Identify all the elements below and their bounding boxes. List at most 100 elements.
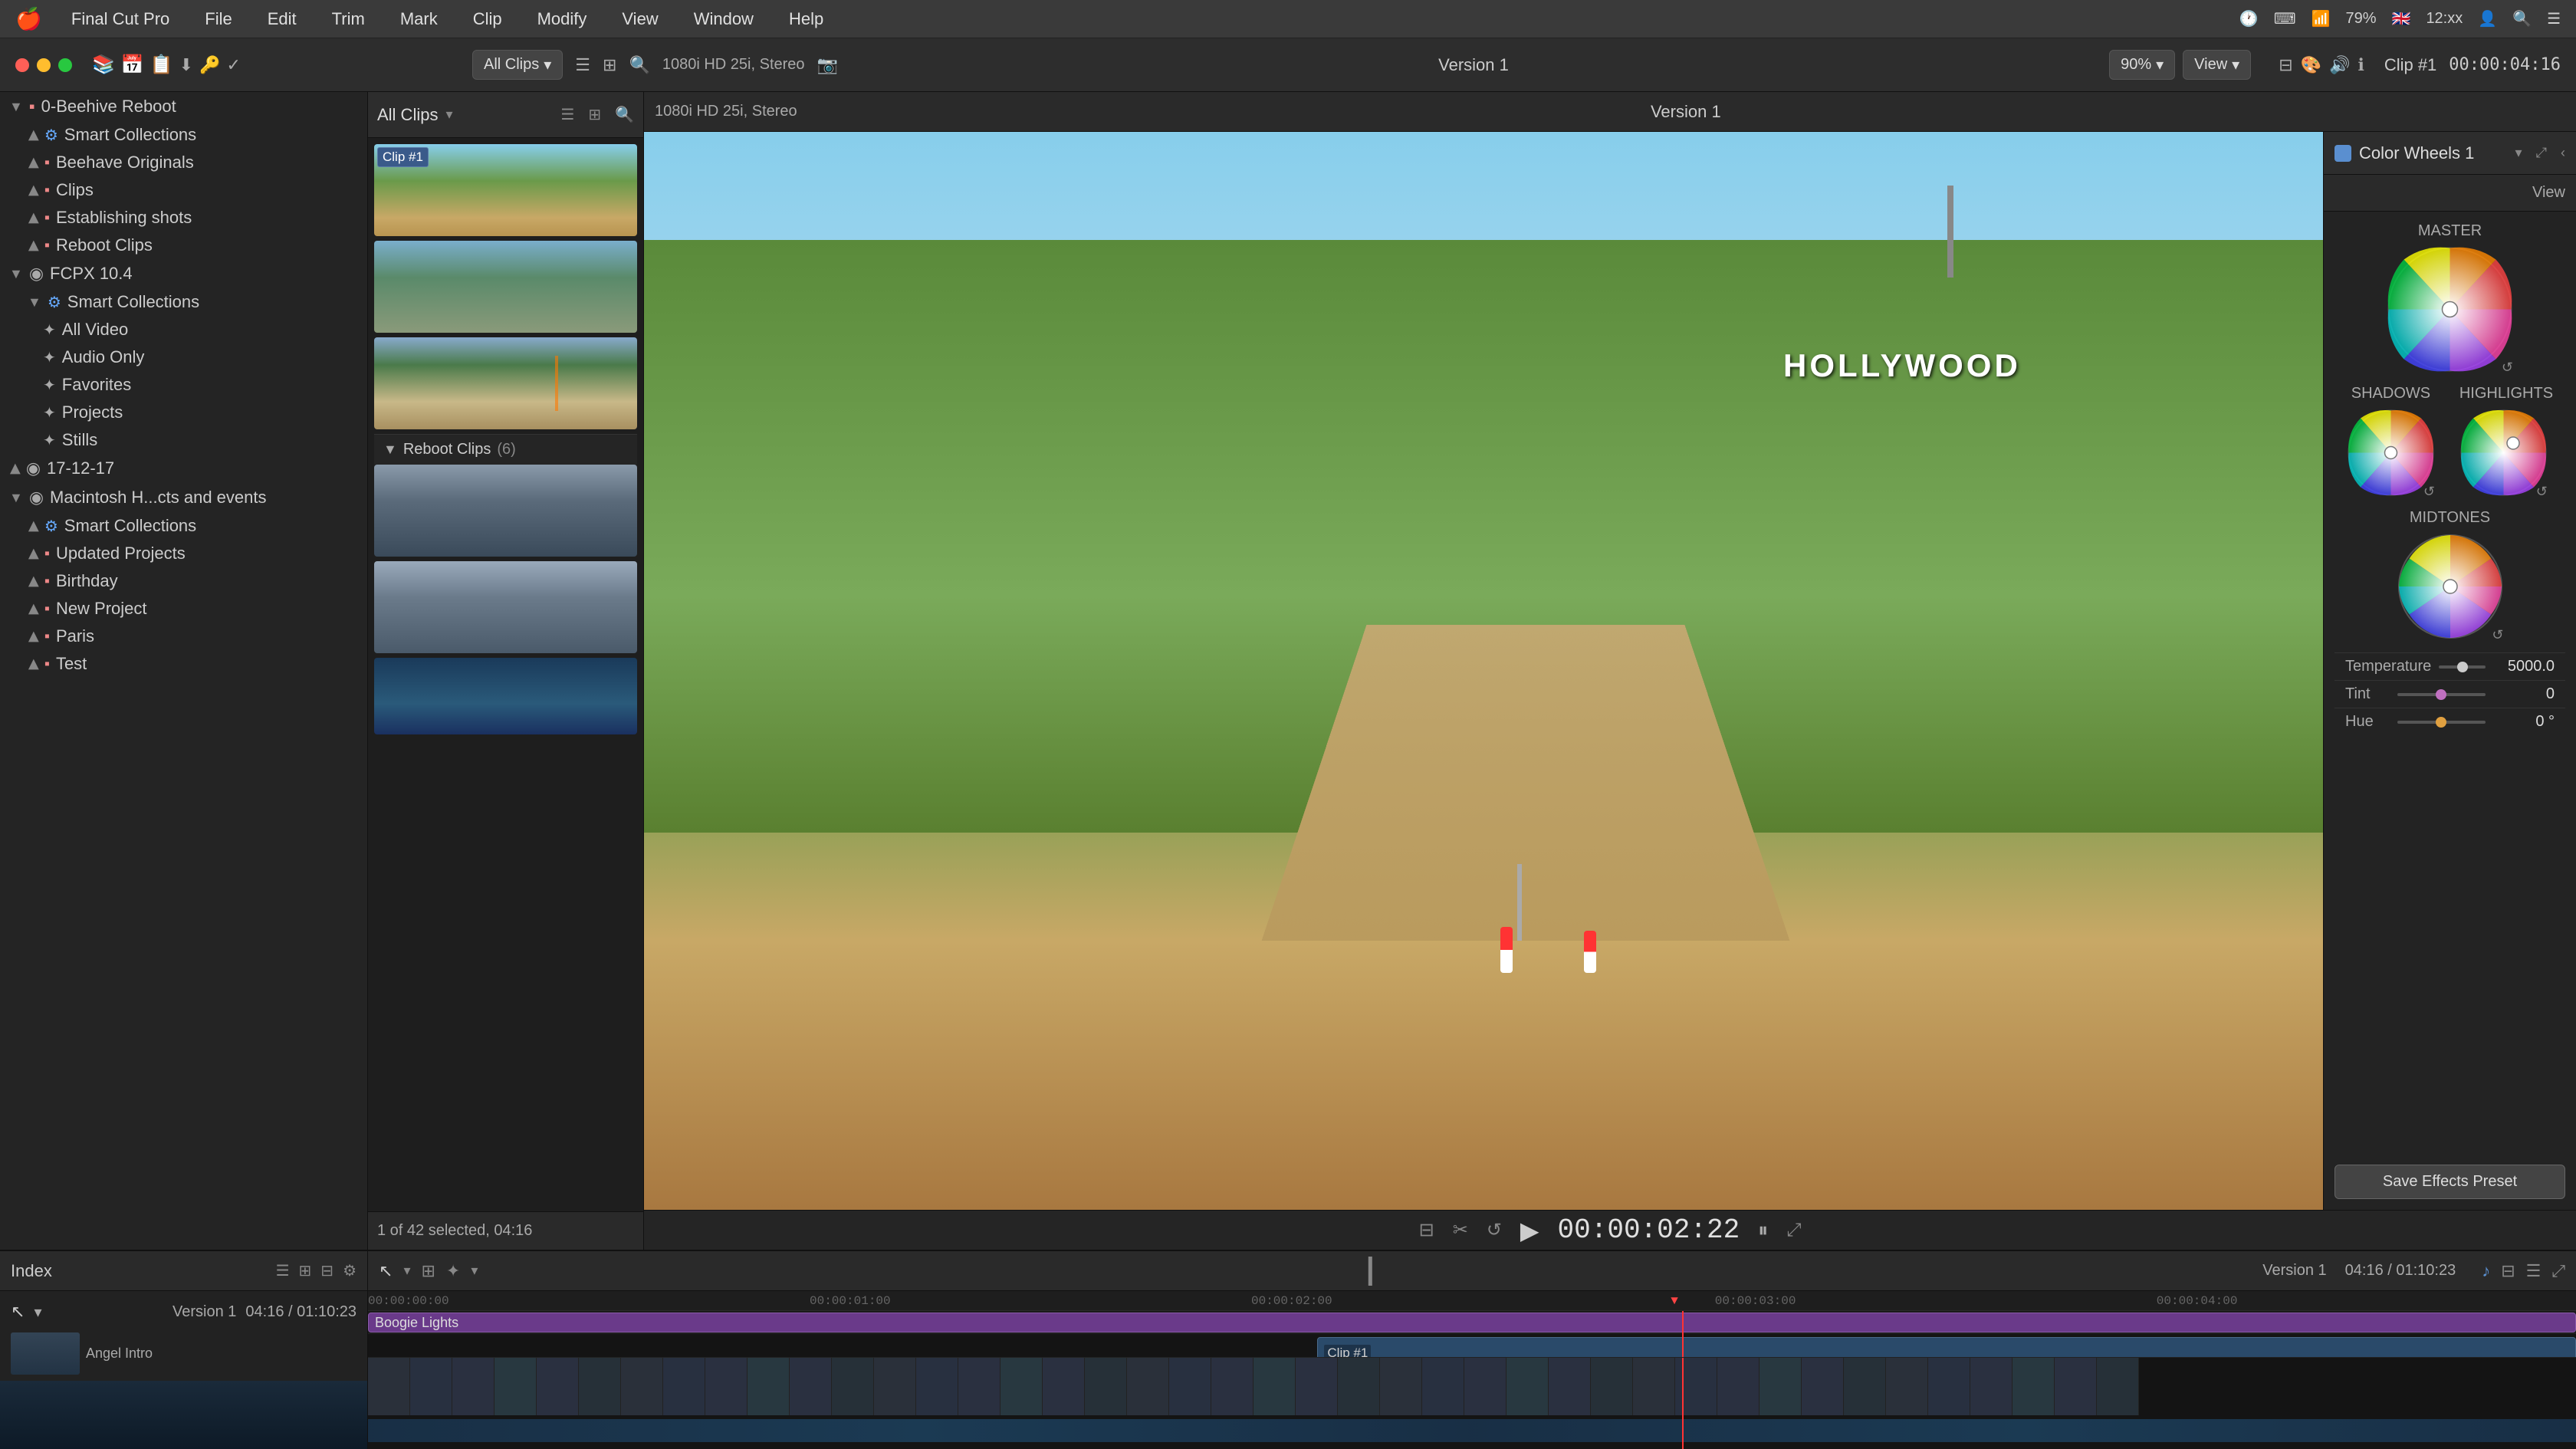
menu-fcp[interactable]: Final Cut Pro	[65, 6, 176, 32]
sidebar-item-beehive-originals[interactable]: ▶ ▪ Beehave Originals	[0, 149, 367, 176]
menu-clip[interactable]: Clip	[467, 6, 508, 32]
tl-zoom-icon[interactable]: ⊟	[2501, 1261, 2515, 1281]
menu-window[interactable]: Window	[688, 6, 760, 32]
highlights-color-wheel[interactable]: ↺	[2459, 409, 2548, 497]
sidebar-item-macintosh[interactable]: ▼ ◉ Macintosh H...cts and events	[0, 483, 367, 512]
section-triangle-icon[interactable]: ▼	[383, 442, 397, 458]
color-wheels-checkbox[interactable]	[2334, 145, 2351, 162]
sidebar-item-updated-projects[interactable]: ▶ ▪ Updated Projects	[0, 540, 367, 567]
list-view-icon[interactable]: ☰	[575, 55, 590, 75]
sidebar-item-smart-collections-3[interactable]: ▶ ⚙ Smart Collections	[0, 512, 367, 540]
color-icon[interactable]: 🎨	[2301, 55, 2321, 75]
browser-grid-icon[interactable]: ⊞	[588, 105, 601, 124]
sidebar-item-fcpx[interactable]: ▼ ◉ FCPX 10.4	[0, 259, 367, 288]
search-menubar-icon[interactable]: 🔍	[2512, 9, 2532, 28]
menu-modify[interactable]: Modify	[531, 6, 593, 32]
temperature-slider[interactable]	[2439, 665, 2486, 669]
tl-grid-icon[interactable]: ⊞	[299, 1261, 312, 1280]
save-effects-preset-button[interactable]: Save Effects Preset	[2334, 1165, 2565, 1199]
layout-icon[interactable]: ⊟	[2279, 55, 2292, 75]
sidebar-item-stills[interactable]: ✦ Stills	[0, 426, 367, 454]
sidebar-item-clips[interactable]: ▶ ▪ Clips	[0, 176, 367, 204]
tl-fullscreen-icon[interactable]: ⤢	[2551, 1261, 2565, 1281]
sidebar-item-test[interactable]: ▶ ▪ Test	[0, 650, 367, 678]
maximize-button[interactable]	[58, 58, 72, 72]
browser-dropdown-icon[interactable]: ▾	[445, 107, 452, 123]
master-color-wheel[interactable]: ↺	[2387, 246, 2513, 373]
sidebar-item-beehive-reboot[interactable]: ▼ ▪ 0-Beehive Reboot	[0, 92, 367, 121]
browser-search-icon[interactable]: 🔍	[629, 55, 649, 75]
tl-settings-icon[interactable]: ⚙	[343, 1261, 356, 1280]
midtones-reset-icon[interactable]: ↺	[2492, 627, 2503, 643]
play-icon[interactable]: ▶	[1520, 1216, 1539, 1245]
view-button[interactable]: View ▾	[2183, 50, 2251, 80]
tl-tool-dropdown-icon[interactable]: ▾	[403, 1263, 410, 1279]
sidebar-item-projects[interactable]: ✦ Projects	[0, 399, 367, 426]
menu-help[interactable]: Help	[783, 6, 830, 32]
save-icon[interactable]: ⬇	[179, 55, 193, 75]
minimize-button[interactable]	[37, 58, 51, 72]
browser-list-icon[interactable]: ☰	[560, 105, 574, 124]
clip-thumb-3[interactable]	[374, 337, 637, 429]
menu-trim[interactable]: Trim	[326, 6, 371, 32]
clip-thumb-2[interactable]	[374, 241, 637, 333]
shadows-reset-icon[interactable]: ↺	[2423, 484, 2435, 500]
clip-thumb-1[interactable]: Clip #1	[374, 144, 637, 236]
apple-icon[interactable]: 🍎	[15, 6, 42, 31]
grid-view-icon[interactable]: ⊞	[603, 55, 616, 75]
sidebar-item-audio-only[interactable]: ✦ Audio Only	[0, 343, 367, 371]
info-icon[interactable]: ℹ	[2358, 55, 2364, 75]
inspector-dropdown-icon[interactable]: ▾	[2515, 145, 2522, 161]
view-inspector-label[interactable]: View	[2532, 184, 2565, 202]
viewer-area[interactable]: HOLLYWOOD	[644, 132, 2323, 1210]
sidebar-item-smart-collections-2[interactable]: ▼ ⚙ Smart Collections	[0, 288, 367, 316]
all-clips-button[interactable]: All Clips ▾	[472, 50, 563, 80]
tint-slider[interactable]	[2397, 693, 2486, 696]
select-tool-icon[interactable]: ▾	[34, 1303, 41, 1322]
inspector-expand-icon[interactable]: ⤢	[2536, 145, 2547, 161]
viewer-tool-icon[interactable]: ✂	[1453, 1219, 1468, 1241]
inspector-chevron-icon[interactable]: ‹	[2561, 145, 2565, 161]
clip-thumb-4[interactable]	[374, 465, 637, 557]
pause-icon[interactable]: ⏸	[1758, 1218, 1768, 1243]
sidebar-item-new-project[interactable]: ▶ ▪ New Project	[0, 595, 367, 623]
shadows-color-wheel[interactable]: ↺	[2347, 409, 2435, 497]
clip-boogie-lights[interactable]: Boogie Lights	[368, 1313, 2576, 1332]
clip-1-track[interactable]: Clip #1	[1317, 1337, 2576, 1357]
sidebar-item-17-12-17[interactable]: ▶ ◉ 17-12-17	[0, 454, 367, 483]
tl-effects-dropdown-icon[interactable]: ▾	[471, 1263, 478, 1279]
tl-group-icon[interactable]: ⊟	[320, 1261, 334, 1280]
sidebar-item-reboot-clips[interactable]: ▶ ▪ Reboot Clips	[0, 232, 367, 259]
transform-icon[interactable]: ↺	[1487, 1219, 1502, 1241]
hue-slider[interactable]	[2397, 721, 2486, 724]
tl-more-icon[interactable]: ☰	[2526, 1261, 2542, 1281]
layout-viewer-icon[interactable]: ⊟	[1419, 1219, 1434, 1241]
clip-thumb-5[interactable]	[374, 561, 637, 653]
menu-view[interactable]: View	[616, 6, 664, 32]
browser-search-btn-icon[interactable]: 🔍	[615, 105, 634, 124]
menu-edit[interactable]: Edit	[261, 6, 303, 32]
midtones-color-wheel[interactable]: ↺	[2397, 533, 2504, 640]
sidebar-item-paris[interactable]: ▶ ▪ Paris	[0, 623, 367, 650]
fullscreen-icon[interactable]: ⤢	[1786, 1220, 1801, 1241]
select-arrow-icon[interactable]: ↖	[11, 1302, 25, 1322]
close-button[interactable]	[15, 58, 29, 72]
tl-audio-icon[interactable]: ♪	[2482, 1261, 2490, 1281]
sidebar-item-birthday[interactable]: ▶ ▪ Birthday	[0, 567, 367, 595]
menu-file[interactable]: File	[199, 6, 238, 32]
menu-mark[interactable]: Mark	[394, 6, 444, 32]
sidebar-item-establishing-shots[interactable]: ▶ ▪ Establishing shots	[0, 204, 367, 232]
sidebar-item-smart-collections-1[interactable]: ▶ ⚙ Smart Collections	[0, 121, 367, 149]
zoom-button[interactable]: 90% ▾	[2109, 50, 2175, 80]
clip-thumb-6[interactable]	[374, 658, 637, 734]
sidebar-item-favorites[interactable]: ✦ Favorites	[0, 371, 367, 399]
master-reset-icon[interactable]: ↺	[2502, 360, 2513, 376]
audio-icon[interactable]: 🔊	[2329, 55, 2350, 75]
highlights-reset-icon[interactable]: ↺	[2536, 484, 2548, 500]
sidebar-item-all-video[interactable]: ✦ All Video	[0, 316, 367, 343]
tl-effects-icon[interactable]: ✦	[446, 1261, 460, 1281]
tl-snap-icon[interactable]: ⊞	[421, 1261, 435, 1281]
tl-tool-select-icon[interactable]: ↖	[379, 1261, 393, 1281]
tl-list-icon[interactable]: ☰	[276, 1261, 290, 1280]
index-label[interactable]: Index	[11, 1261, 52, 1281]
